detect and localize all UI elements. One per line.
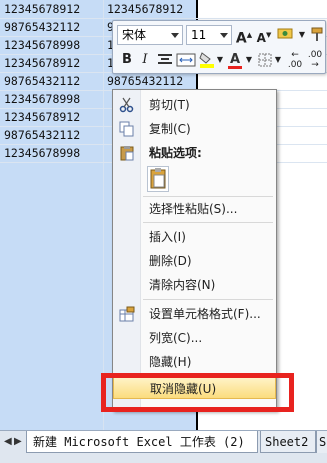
menu-item-delete-label: 删除(D) — [149, 254, 192, 268]
decrease-decimal-icon: .00 → — [307, 50, 323, 70]
menu-item-cut-label: 剪切(T) — [149, 98, 190, 112]
font-color-dropdown[interactable]: ▼ — [245, 50, 253, 70]
cell-a9[interactable]: 12345678998 — [4, 144, 102, 162]
font-color-swatch — [228, 66, 242, 69]
chevron-down-icon — [171, 33, 179, 38]
tab-scroll-prev-icon[interactable]: ◀ — [4, 436, 12, 447]
paint-bucket-icon — [199, 52, 214, 68]
fill-color-button[interactable] — [198, 50, 216, 70]
menu-item-format-cells[interactable]: 设置单元格格式(F)... — [113, 303, 276, 325]
menu-item-hide-label: 隐藏(H) — [149, 355, 192, 369]
menu-item-paste-special-label: 选择性粘贴(S)... — [149, 202, 238, 216]
menu-item-insert[interactable]: 插入(I) — [113, 226, 276, 248]
paste-button[interactable] — [147, 166, 169, 192]
menu-separator — [143, 222, 273, 223]
borders-dropdown[interactable]: ▼ — [274, 50, 282, 70]
tab-active-sheet[interactable]: 新建 Microsoft Excel 工作表 (2) — [26, 431, 258, 453]
menu-item-copy-label: 复制(C) — [149, 122, 191, 136]
paste-icon — [150, 168, 166, 189]
menu-item-paste-special[interactable]: 选择性粘贴(S)... — [113, 198, 276, 220]
copy-icon — [119, 121, 135, 137]
font-color-button[interactable]: A — [225, 50, 245, 70]
font-color-icon: A — [229, 52, 241, 67]
borders-button[interactable] — [256, 50, 274, 70]
align-center-icon — [158, 54, 172, 64]
italic-button[interactable]: I — [135, 50, 155, 70]
format-cells-icon — [119, 306, 135, 322]
tab-sheet2[interactable]: Sheet2 — [260, 431, 316, 453]
merge-cells-icon — [176, 53, 196, 67]
menu-separator — [143, 299, 273, 300]
chevron-down-icon — [220, 33, 228, 38]
cell-a2[interactable]: 98765432112 — [4, 18, 102, 36]
number-format-dropdown[interactable]: ▼ — [297, 25, 307, 45]
font-size-select[interactable]: 11 — [186, 25, 232, 45]
cell-b5[interactable]: 98765432112 — [107, 72, 196, 90]
cell-a5[interactable]: 98765432112 — [4, 72, 102, 90]
borders-icon — [258, 53, 272, 67]
fill-color-dropdown[interactable]: ▼ — [216, 50, 224, 70]
paste-options-label: 粘贴选项: — [149, 146, 202, 160]
paste-options-header: 粘贴选项: — [113, 142, 276, 164]
bold-button[interactable]: B — [117, 50, 137, 70]
annotation-highlight-box — [101, 373, 294, 412]
scissors-icon — [119, 97, 135, 113]
increase-decimal-icon: ← .00 — [287, 50, 303, 70]
menu-item-clear-contents[interactable]: 清除内容(N) — [113, 274, 276, 296]
shrink-font-icon: A — [256, 31, 266, 45]
cell-a7[interactable]: 12345678912 — [4, 108, 102, 126]
menu-item-column-width-label: 列宽(C)... — [149, 331, 203, 345]
paintbrush-icon — [311, 27, 323, 41]
sheet-tab-bar: ◀ ▶ 新建 Microsoft Excel 工作表 (2) Sheet2 S — [0, 430, 327, 463]
shrink-font-button[interactable]: A▼ — [254, 25, 274, 45]
menu-item-clear-contents-label: 清除内容(N) — [149, 278, 216, 292]
cell-a6[interactable]: 12345678998 — [4, 90, 102, 108]
menu-item-hide[interactable]: 隐藏(H) — [113, 351, 276, 373]
menu-item-delete[interactable]: 删除(D) — [113, 250, 276, 272]
font-name-value: 宋体 — [122, 28, 147, 42]
align-center-button[interactable] — [155, 50, 175, 70]
menu-separator — [143, 196, 273, 197]
format-painter-button[interactable] — [308, 25, 326, 45]
cell-a3[interactable]: 12345678998 — [4, 36, 102, 54]
cell-a1[interactable]: 12345678912 — [4, 0, 102, 18]
menu-item-insert-label: 插入(I) — [149, 230, 186, 244]
cell-b1[interactable]: 12345678912 — [107, 0, 196, 18]
context-menu: 剪切(T) 复制(C) 粘贴选项: 选择性粘贴(S)... 插入(I) 删除(D… — [112, 89, 277, 411]
menu-item-column-width[interactable]: 列宽(C)... — [113, 327, 276, 349]
cell-a4[interactable]: 12345678912 — [4, 54, 102, 72]
clipboard-icon — [119, 145, 135, 161]
decrease-decimal-button[interactable]: .00 → — [305, 50, 325, 70]
menu-item-format-cells-label: 设置单元格格式(F)... — [149, 307, 261, 321]
grow-font-button[interactable]: A▲ — [234, 25, 254, 47]
number-format-button[interactable] — [275, 25, 297, 45]
grow-font-icon: A — [235, 30, 247, 47]
currency-icon — [277, 28, 293, 39]
merge-center-button[interactable] — [175, 50, 197, 70]
cell-a8[interactable]: 98765432112 — [4, 126, 102, 144]
menu-item-cut[interactable]: 剪切(T) — [113, 94, 276, 116]
tab-sheet3[interactable]: S — [316, 431, 327, 453]
tab-scroll-next-icon[interactable]: ▶ — [14, 436, 22, 447]
menu-item-copy[interactable]: 复制(C) — [113, 118, 276, 140]
font-size-value: 11 — [191, 28, 207, 42]
font-name-select[interactable]: 宋体 — [117, 25, 183, 45]
increase-decimal-button[interactable]: ← .00 — [285, 50, 305, 70]
mini-toolbar: 宋体 11 A▲ A▼ ▼ B I ▼ A ▼ ▼ ← .00 .00 → — [112, 20, 326, 74]
